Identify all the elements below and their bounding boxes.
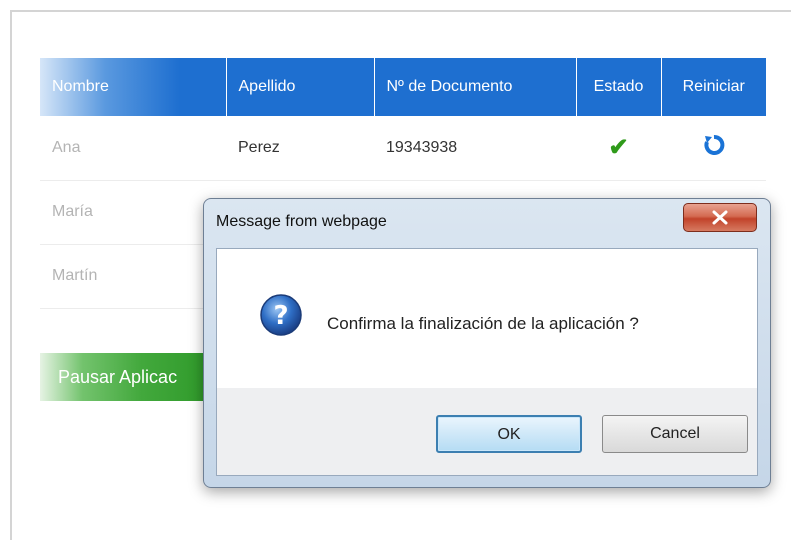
cell-nombre: Martín: [40, 244, 226, 309]
cancel-button[interactable]: Cancel: [602, 415, 748, 453]
cell-apellido: Perez: [226, 116, 374, 181]
message-dialog: Message from webpage ? Confirma la final…: [203, 198, 771, 488]
dialog-title: Message from webpage: [216, 213, 387, 230]
cell-estado: ✔: [576, 116, 661, 181]
svg-text:?: ?: [273, 301, 288, 331]
pause-application-button[interactable]: Pausar Aplicac: [40, 353, 210, 401]
dialog-close-button[interactable]: [683, 203, 757, 232]
dialog-body: ? Confirma la finalización de la aplicac…: [216, 248, 758, 388]
ok-button[interactable]: OK: [436, 415, 582, 453]
close-icon: [712, 210, 728, 225]
column-header-reiniciar: Reiniciar: [660, 58, 766, 116]
reset-icon[interactable]: [703, 134, 725, 156]
question-icon: ?: [260, 294, 302, 336]
table-row: Ana Perez 19343938 ✔: [40, 116, 766, 181]
cell-nombre: Ana: [40, 116, 226, 181]
column-header-estado: Estado: [575, 58, 661, 116]
cell-documento: 19343938: [374, 116, 576, 181]
table-header-row: Nombre Apellido Nº de Documento Estado R…: [40, 58, 766, 116]
column-header-apellido: Apellido: [225, 58, 374, 116]
column-header-nombre: Nombre: [40, 58, 226, 116]
check-icon: ✔: [608, 134, 629, 162]
cell-nombre: María: [40, 180, 226, 245]
dialog-message: Confirma la finalización de la aplicació…: [327, 314, 639, 333]
cell-reiniciar: [661, 116, 766, 181]
dialog-footer: OK Cancel: [216, 388, 758, 476]
column-header-documento: Nº de Documento: [373, 58, 576, 116]
